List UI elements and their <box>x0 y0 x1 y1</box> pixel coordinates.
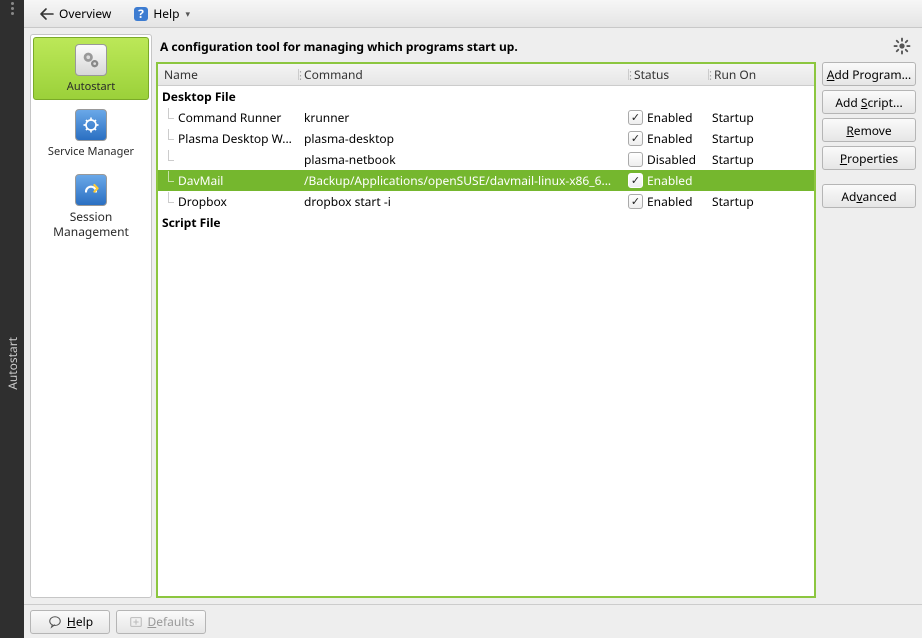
status-checkbox[interactable]: ✓ <box>628 110 643 125</box>
top-toolbar: Overview ? Help ▾ <box>24 0 922 28</box>
cell-command: plasma-netbook <box>298 151 628 168</box>
status-checkbox[interactable] <box>628 152 643 167</box>
cell-runon: Startup <box>708 109 814 126</box>
sidebar-item-autostart[interactable]: Autostart <box>33 37 149 100</box>
cell-status: Enabled <box>647 130 692 147</box>
cell-command: plasma-desktop <box>298 130 628 147</box>
cell-name: Plasma Desktop W... <box>178 130 298 147</box>
cell-name: Dropbox <box>178 193 298 210</box>
table-row[interactable]: Dropbox dropbox start -i ✓ Enabled Startu… <box>158 191 814 212</box>
center-column: A configuration tool for managing which … <box>156 34 916 598</box>
remove-button[interactable]: Remove <box>822 118 916 142</box>
service-icon <box>75 109 107 141</box>
svg-text:?: ? <box>138 6 144 22</box>
chevron-down-icon: ▾ <box>186 7 191 20</box>
category-sidebar: Autostart Service Manager SessionManagem… <box>30 34 152 598</box>
status-checkbox[interactable]: ✓ <box>628 173 643 188</box>
status-checkbox[interactable]: ✓ <box>628 131 643 146</box>
left-tool-strip: Autostart <box>0 0 24 638</box>
back-arrow-icon <box>39 6 55 22</box>
content-area: Autostart Service Manager SessionManagem… <box>24 28 922 604</box>
add-script-button[interactable]: Add Script... <box>822 90 916 114</box>
cell-command: dropbox start -i <box>298 193 628 210</box>
help-toolbar-button[interactable]: ? Help ▾ <box>124 2 199 25</box>
action-buttons: Add Program... Add Script... Remove Prop… <box>822 62 916 598</box>
table-row[interactable]: Plasma Desktop W... plasma-desktop ✓ Enab… <box>158 128 814 149</box>
help-button[interactable]: Help <box>30 610 110 634</box>
cell-runon: Startup <box>708 151 814 168</box>
table-row[interactable]: plasma-netbook Disabled Startup <box>158 149 814 170</box>
advanced-button[interactable]: Advanced <box>822 184 916 208</box>
col-command[interactable]: Command <box>298 66 628 83</box>
defaults-button[interactable]: Defaults <box>116 610 206 634</box>
vert-tab-label[interactable]: Autostart <box>4 331 21 398</box>
cell-status: Disabled <box>647 151 696 168</box>
sidebar-label: Autostart <box>67 80 115 93</box>
cell-name: DavMail <box>178 172 298 189</box>
table-header: Name Command Status Run On <box>158 64 814 86</box>
main-panel: Overview ? Help ▾ Autostart Service Mana… <box>24 0 922 638</box>
cell-runon: Startup <box>708 193 814 210</box>
help-label: Help <box>153 5 179 22</box>
col-name[interactable]: Name <box>158 66 298 83</box>
group-desktop-file: Desktop File <box>158 86 814 107</box>
col-status[interactable]: Status <box>628 66 708 83</box>
grip-dots <box>0 2 24 15</box>
session-icon <box>75 174 107 206</box>
cell-status: Enabled <box>647 109 692 126</box>
autostart-table: Name Command Status Run On Desktop File … <box>156 62 816 598</box>
sidebar-label: Service Manager <box>48 145 134 158</box>
sidebar-item-session-management[interactable]: SessionManagement <box>33 167 149 246</box>
table-row[interactable]: Command Runner krunner ✓ Enabled Startup <box>158 107 814 128</box>
cell-runon: Startup <box>708 130 814 147</box>
settings-gear-button[interactable] <box>892 36 912 56</box>
sidebar-item-service-manager[interactable]: Service Manager <box>33 102 149 165</box>
footer-bar: Help Defaults <box>24 604 922 638</box>
table-body: Desktop File Command Runner krunner ✓ Ena… <box>158 86 814 596</box>
overview-label: Overview <box>59 5 111 22</box>
cell-name: Command Runner <box>178 109 298 126</box>
defaults-icon <box>128 614 144 630</box>
cell-status: Enabled <box>647 172 692 189</box>
overview-button[interactable]: Overview <box>30 2 120 25</box>
help-bubble-icon <box>47 614 63 630</box>
gears-icon <box>75 44 107 76</box>
cell-status: Enabled <box>647 193 692 210</box>
status-checkbox[interactable]: ✓ <box>628 194 643 209</box>
add-program-button[interactable]: Add Program... <box>822 62 916 86</box>
page-heading: A configuration tool for managing which … <box>160 38 892 55</box>
group-script-file: Script File <box>158 212 814 233</box>
help-icon: ? <box>133 6 149 22</box>
properties-button[interactable]: Properties <box>822 146 916 170</box>
col-runon[interactable]: Run On <box>708 66 814 83</box>
sidebar-label: SessionManagement <box>53 210 129 239</box>
cell-command: /Backup/Applications/openSUSE/davmail-li… <box>298 172 628 189</box>
cell-command: krunner <box>298 109 628 126</box>
table-row[interactable]: DavMail /Backup/Applications/openSUSE/da… <box>158 170 814 191</box>
